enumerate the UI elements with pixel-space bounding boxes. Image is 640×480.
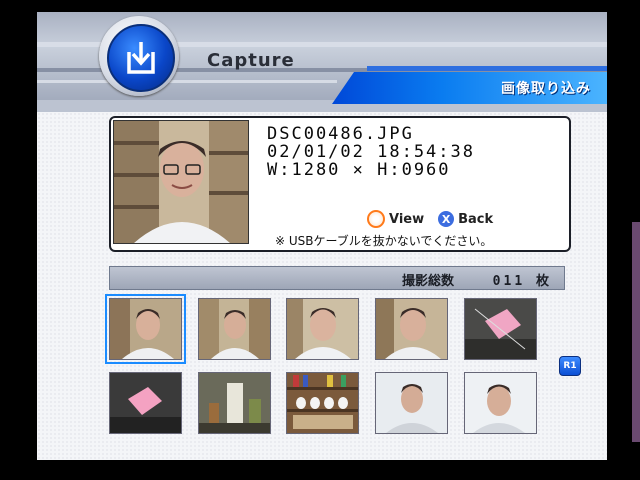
header-band: 画像取り込み Capture — [37, 12, 607, 112]
cross-button-icon: X — [438, 211, 455, 227]
photo-dimensions: W:1280 × H:0960 — [267, 160, 451, 180]
photo-datetime: 02/01/02 18:54:38 — [267, 142, 475, 162]
back-button[interactable]: X Back — [438, 211, 493, 227]
thumbnail-7[interactable] — [198, 372, 271, 434]
back-label: Back — [458, 211, 494, 227]
header-stripe — [37, 80, 337, 83]
thumbnail-9[interactable] — [375, 372, 448, 434]
circle-button-icon — [367, 210, 385, 228]
photo-filename: DSC00486.JPG — [267, 124, 414, 144]
page-title: Capture — [207, 50, 295, 71]
page-badge[interactable]: R1 — [559, 356, 581, 376]
edge-strip — [632, 222, 640, 442]
usb-warning: ※ USBケーブルを抜かないでください。 — [275, 234, 493, 248]
photo-counter-bar: 撮影総数 011 枚 — [109, 266, 565, 290]
counter-label: 撮影総数 — [401, 274, 454, 289]
control-hints: View X Back — [367, 210, 493, 228]
thumbnail-4[interactable] — [375, 298, 448, 360]
thumbnail-1[interactable] — [105, 294, 186, 364]
capture-screen: 画像取り込み Capture DSC00486.JPG 02/01/02 18:… — [37, 12, 607, 460]
capture-logo — [99, 16, 179, 96]
photo-preview — [113, 120, 249, 244]
view-button[interactable]: View — [367, 210, 424, 228]
view-label: View — [389, 211, 425, 227]
thumbnail-2[interactable] — [198, 298, 271, 360]
thumbnail-5[interactable] — [464, 298, 537, 360]
photo-info-panel: DSC00486.JPG 02/01/02 18:54:38 W:1280 × … — [109, 116, 571, 252]
thumbnail-10[interactable] — [464, 372, 537, 434]
capture-jp-banner: 画像取り込み — [332, 72, 607, 104]
download-tray-icon — [107, 24, 175, 92]
thumbnail-6[interactable] — [109, 372, 182, 434]
counter-value: 011 枚 — [492, 274, 552, 289]
thumbnail-8[interactable] — [286, 372, 359, 434]
banner-accent — [367, 66, 607, 71]
capture-jp-title: 画像取り込み — [501, 81, 591, 97]
thumbnail-3[interactable] — [286, 298, 359, 360]
